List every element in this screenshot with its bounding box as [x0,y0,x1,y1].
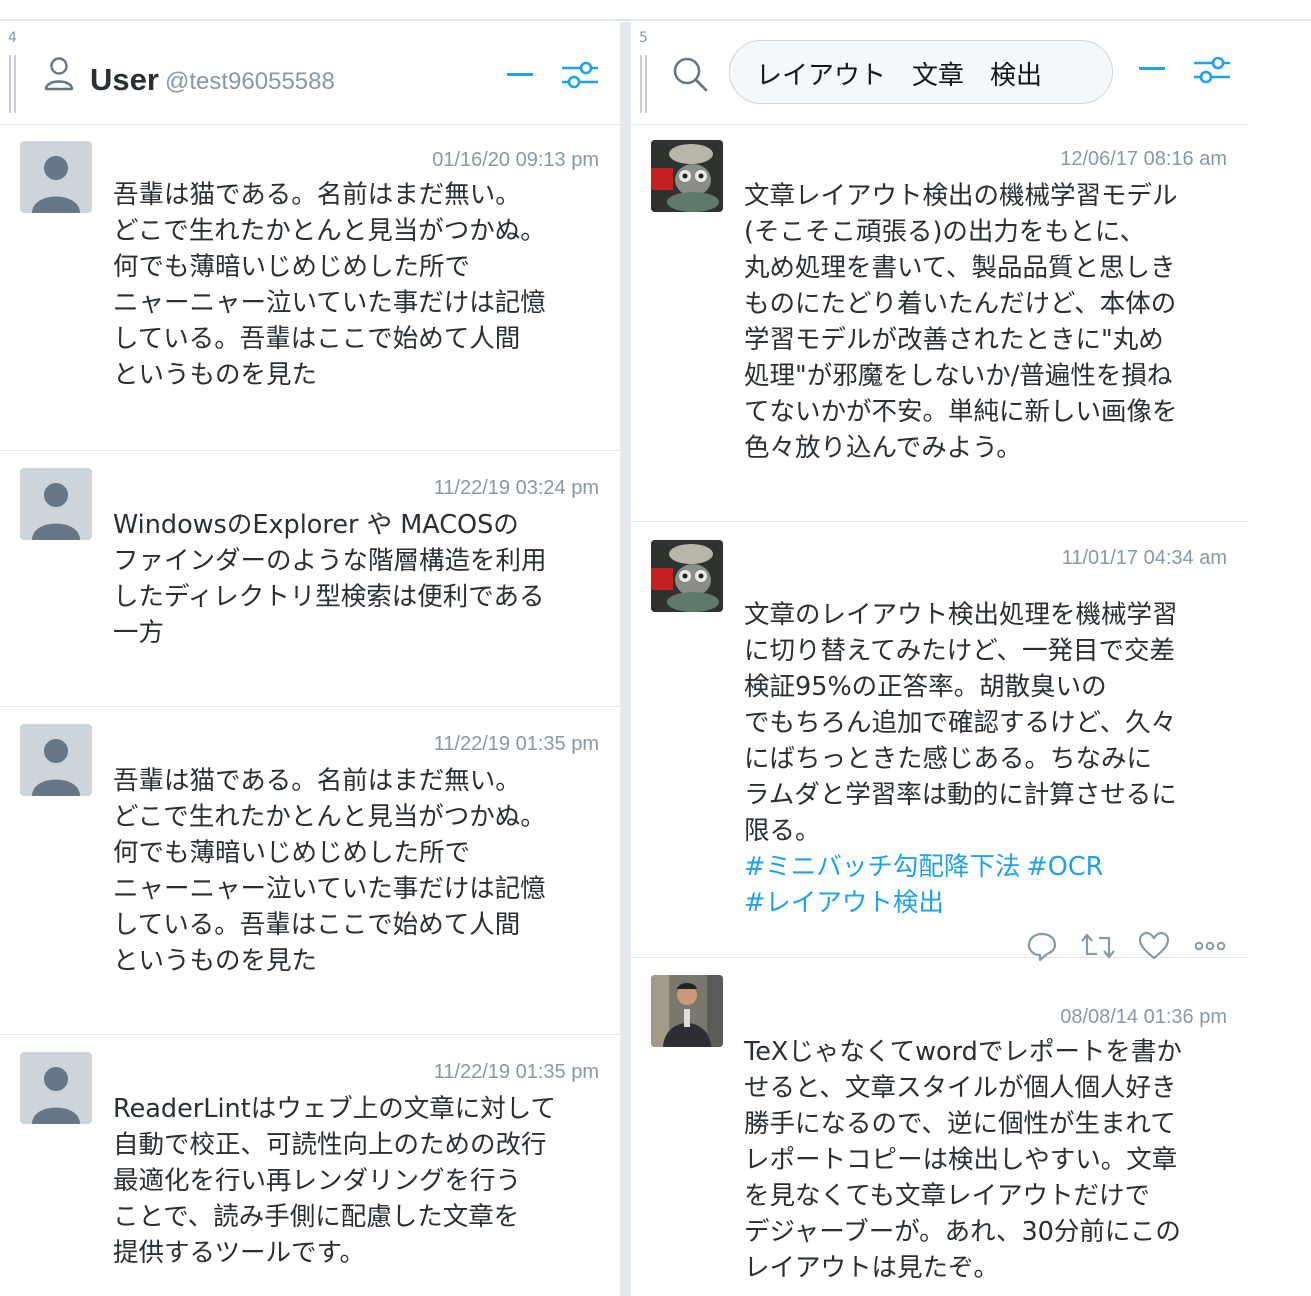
tweet-text: TeXじゃなくてwordでレポートを書か せると、文章スタイルが個人個人好き 勝… [744,1037,1182,1283]
drag-handle[interactable] [9,55,16,113]
tweet-timestamp[interactable]: 08/08/14 01:36 pm [1060,1006,1227,1029]
search-input[interactable]: レイアウト 文章 検出 [729,40,1113,104]
settings-sliders-icon[interactable] [1192,50,1232,94]
column-title: User [90,62,159,97]
minimize-column-button[interactable] [507,73,533,76]
tweet-text: 文章のレイアウト検出処理を機械学習 に切り替えてみたけど、一発目で交差 検証95… [744,600,1178,846]
column-search: 5 レイアウト 文章 検出 12/06/17 08:16 am 文章レイアウト検… [631,22,1248,1296]
tweet-text: 吾輩は猫である。名前はまだ無い。 どこで生れたかとんと見当がつかぬ。 何でも薄暗… [113,180,546,390]
tweet-timestamp[interactable]: 11/22/19 03:24 pm [434,477,599,500]
tweet-item[interactable]: 08/08/14 01:36 pm TeXじゃなくてwordでレポートを書か せ… [631,958,1248,1296]
tweet-text: WindowsのExplorer や MACOSの ファインダーのような階層構造… [113,510,547,648]
photo-avatar[interactable] [651,540,723,612]
user-icon [44,56,74,96]
settings-sliders-icon[interactable] [560,55,600,99]
default-avatar[interactable] [20,724,92,796]
column-number: 5 [639,30,648,46]
column-header: 4 User @test96055588 [0,22,620,125]
photo-avatar[interactable] [651,140,723,212]
column-user: 4 User @test96055588 01/16/20 09:13 pm 吾… [0,22,620,1296]
user-handle: @test96055588 [165,68,335,95]
default-avatar[interactable] [20,141,92,213]
tweet-item[interactable]: 11/22/19 01:35 pm ReaderLintはウェブ上の文章に対して… [0,1035,620,1296]
tweet-timestamp[interactable]: 11/01/17 04:34 am [1062,547,1227,570]
tweet-item[interactable]: 11/22/19 03:24 pm WindowsのExplorer や MAC… [0,451,620,707]
column-header: 5 レイアウト 文章 検出 [631,22,1248,125]
hashtag-link[interactable]: #レイアウト検出 [744,888,944,918]
empty-area [1248,22,1311,1296]
tweet-text: ReaderLintはウェブ上の文章に対して 自動で校正、可読性向上のための改行… [113,1094,556,1268]
hashtag-link[interactable]: #ミニバッチ勾配降下法 [744,852,1020,882]
tweet-item[interactable]: 11/22/19 01:35 pm 吾輩は猫である。名前はまだ無い。 どこで生れ… [0,707,620,1035]
search-icon [671,55,709,97]
top-divider [0,19,1311,21]
tweet-timestamp[interactable]: 11/22/19 01:35 pm [434,1061,599,1084]
column-gutter [620,22,631,1296]
tweet-timestamp[interactable]: 01/16/20 09:13 pm [432,149,599,172]
photo-avatar[interactable] [651,975,723,1047]
tweet-timestamp[interactable]: 12/06/17 08:16 am [1060,148,1227,171]
drag-handle[interactable] [640,55,647,113]
tweet-text: 文章レイアウト検出の機械学習モデル (そこそこ頑張る)の出力をもとに、 丸め処理… [744,181,1178,463]
hashtag-link[interactable]: #OCR [1026,852,1103,882]
search-query[interactable]: レイアウト 文章 検出 [756,55,1042,92]
default-avatar[interactable] [20,468,92,540]
tweet-item[interactable]: 01/16/20 09:13 pm 吾輩は猫である。名前はまだ無い。 どこで生れ… [0,125,620,451]
column-number: 4 [8,30,17,46]
default-avatar[interactable] [20,1052,92,1124]
minimize-column-button[interactable] [1139,67,1165,70]
tweet-text: 吾輩は猫である。名前はまだ無い。 どこで生れたかとんと見当がつかぬ。 何でも薄暗… [113,766,546,976]
tweet-item[interactable]: 11/01/17 04:34 am 文章のレイアウト検出処理を機械学習 に切り替… [631,522,1248,962]
tweet-item[interactable]: 12/06/17 08:16 am 文章レイアウト検出の機械学習モデル (そこそ… [631,125,1248,522]
tweet-timestamp[interactable]: 11/22/19 01:35 pm [434,733,599,756]
hashtag-list: #ミニバッチ勾配降下法 #OCR #レイアウト検出 [744,849,1204,921]
